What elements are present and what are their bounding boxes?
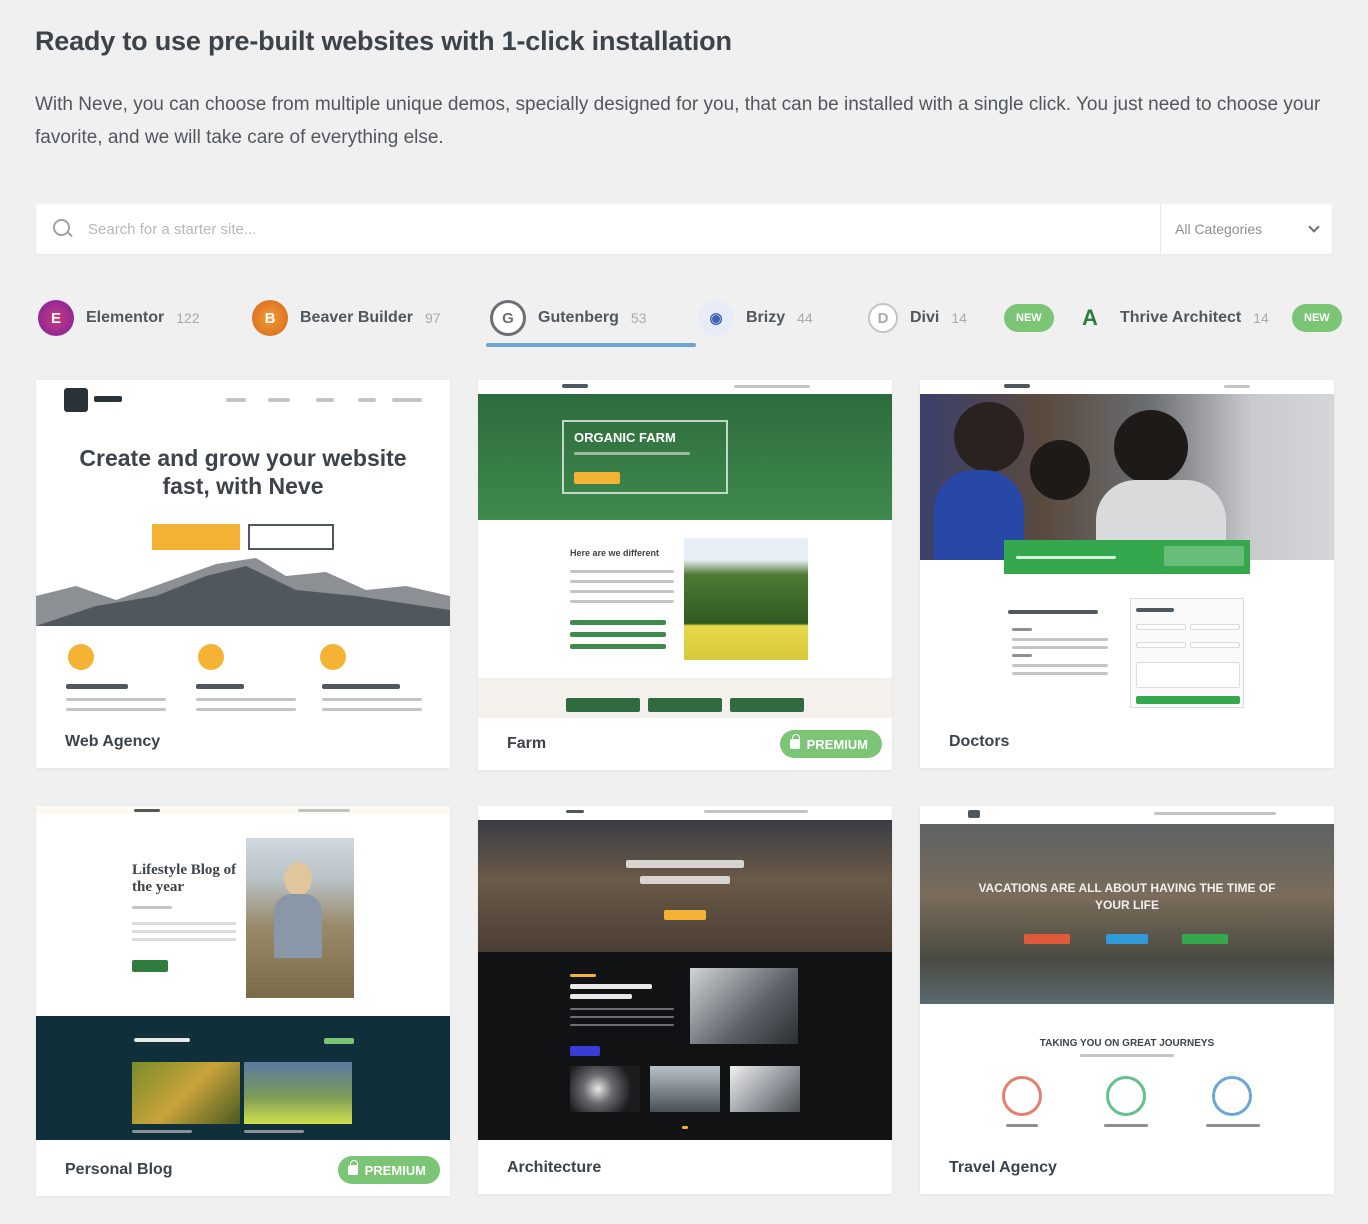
page-description: With Neve, you can choose from multiple … [35,94,1321,148]
tab-elementor[interactable]: E Elementor 122 [38,294,200,342]
site-card-architecture[interactable]: Architecture [478,806,892,1194]
tab-label: Elementor [86,309,165,326]
lock-icon [347,1160,358,1175]
site-preview: Lifestyle Blog of the year [36,806,450,1140]
site-preview: ORGANIC FARM Here are we different [478,380,892,718]
site-preview: Create and grow your website fast, with … [36,380,450,716]
new-badge: NEW [1292,304,1342,332]
preview-subtitle: Here are we different [570,548,660,558]
divi-icon: D [868,303,898,333]
site-title: Personal Blog [65,1161,173,1178]
tab-label: Gutenberg [538,309,619,326]
site-card-farm[interactable]: ORGANIC FARM Here are we different Farm … [478,380,892,770]
tab-count: 14 [1253,310,1269,326]
premium-label: PREMIUM [806,736,868,752]
mountain-image [36,558,450,626]
lock-icon [789,734,800,749]
new-badge: NEW [1004,304,1054,332]
premium-badge: PREMIUM [337,1156,440,1184]
farm-image [684,538,808,660]
chevron-down-icon [1308,221,1320,233]
preview-button [152,524,240,550]
builder-tabs: E Elementor 122 B Beaver Builder 97 G Gu… [36,290,1342,350]
site-card-web-agency[interactable]: Create and grow your website fast, with … [36,380,450,768]
search-icon [52,218,74,240]
feature-icon [68,644,94,670]
tab-label: Divi [910,309,940,326]
tab-count: 97 [424,310,441,326]
site-preview: VACATIONS ARE ALL ABOUT HAVING THE TIME … [920,806,1334,1140]
thrive-architect-icon: A [1082,305,1098,330]
preview-hero-text: ORGANIC FARM [574,430,676,445]
page-heading: Ready to use pre-built websites with 1-c… [35,26,732,56]
tab-thrive-architect[interactable]: A Thrive Architect 14 [1072,294,1269,342]
site-title: Farm [507,735,547,752]
site-card-travel-agency[interactable]: VACATIONS ARE ALL ABOUT HAVING THE TIME … [920,806,1334,1194]
tab-divi[interactable]: D Divi 14 [868,294,967,342]
premium-badge: PREMIUM [779,730,882,758]
gutenberg-icon: G [490,300,526,336]
tab-count: 122 [176,310,200,326]
logo [64,388,88,412]
tab-label: Brizy [746,309,786,326]
beaver-builder-icon: B [252,300,288,336]
appointment-form [1130,598,1244,708]
site-title: Doctors [949,733,1010,750]
architecture-thumbnail [570,1066,640,1112]
active-tab-indicator [486,343,696,347]
preview-hero-text: VACATIONS ARE ALL ABOUT HAVING THE TIME … [978,881,1276,912]
preview-hero-text: Lifestyle Blog of the year [132,862,237,895]
search-bar: All Categories [36,204,1332,254]
architecture-thumbnail [650,1066,720,1112]
featured-section [36,1016,450,1140]
tab-count: 44 [797,310,813,326]
card-footer: Farm PREMIUM [478,718,892,770]
feature-icon [320,644,346,670]
travel-feature-icon [1002,1076,1042,1116]
category-select-value: All Categories [1175,221,1263,237]
tab-brizy[interactable]: ◉ Brizy 44 [698,294,813,342]
tab-label: Beaver Builder [300,309,413,326]
tab-count: 14 [951,310,967,326]
site-title: Travel Agency [949,1159,1057,1176]
search-input[interactable] [88,220,1160,238]
tab-label: Thrive Architect [1120,309,1242,326]
travel-feature-icon [1212,1076,1252,1116]
card-footer: Personal Blog PREMIUM [36,1144,450,1196]
tab-count: 53 [630,310,647,326]
hero-image [920,824,1334,1004]
site-preview [920,380,1334,716]
preview-hero-text: Create and grow your website fast, with … [79,445,407,499]
hero-image [478,820,892,952]
site-card-doctors[interactable]: Doctors [920,380,1334,768]
category-select[interactable]: All Categories [1160,204,1332,254]
preview-subtitle: TAKING YOU ON GREAT JOURNEYS [1039,1038,1215,1049]
card-footer: Architecture [478,1142,892,1194]
site-card-personal-blog[interactable]: Lifestyle Blog of the year Personal Blog… [36,806,450,1196]
travel-feature-icon [1106,1076,1146,1116]
preview-button [248,524,334,550]
blog-thumbnail [244,1062,352,1124]
architecture-image [690,968,798,1044]
tab-beaver-builder[interactable]: B Beaver Builder 97 [252,294,441,342]
tab-gutenberg[interactable]: G Gutenberg 53 [490,294,646,342]
card-footer: Web Agency [36,716,450,768]
site-title: Web Agency [65,733,161,750]
elementor-icon: E [38,300,74,336]
feature-icon [198,644,224,670]
card-footer: Travel Agency [920,1142,1334,1194]
card-footer: Doctors [920,716,1334,768]
site-preview [478,806,892,1140]
blog-thumbnail [132,1062,240,1124]
site-title: Architecture [507,1159,602,1176]
premium-label: PREMIUM [364,1162,426,1178]
brizy-icon: ◉ [698,300,734,336]
architecture-thumbnail [730,1066,800,1112]
